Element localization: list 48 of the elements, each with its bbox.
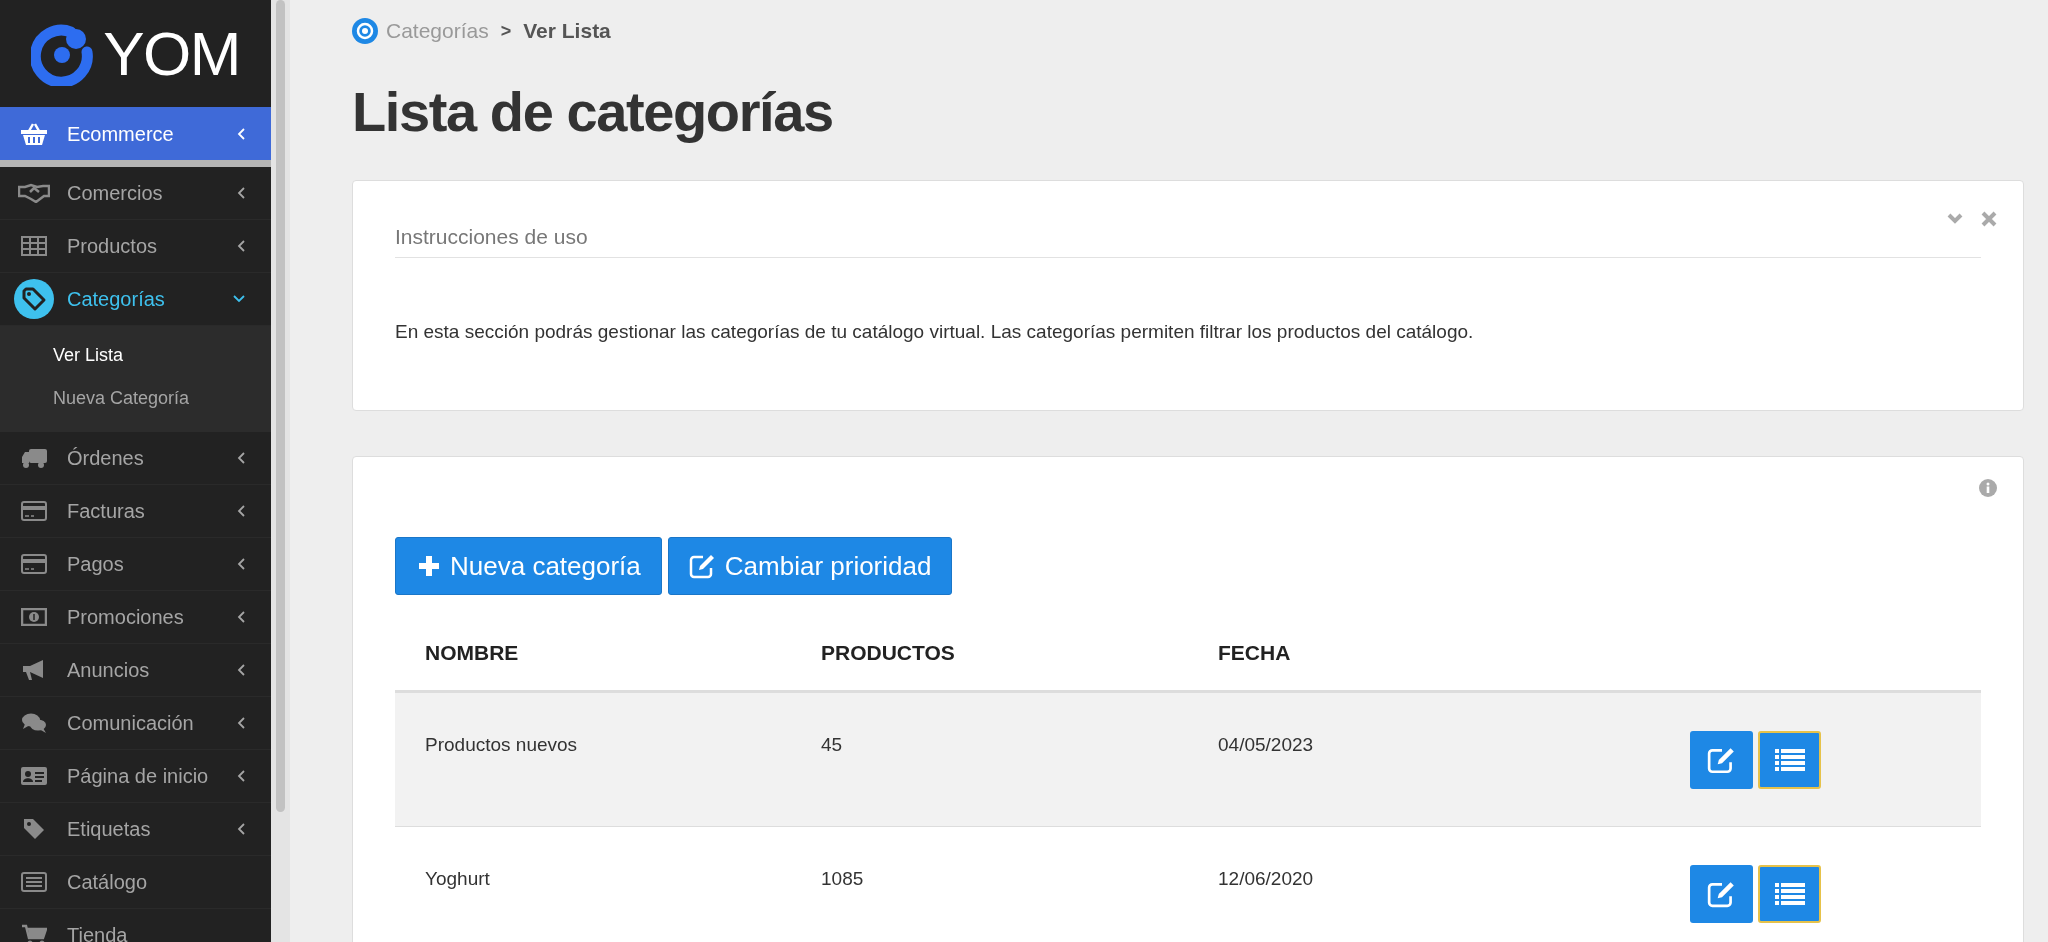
target-icon xyxy=(352,18,378,44)
tag-icon xyxy=(14,279,54,319)
submenu-item[interactable]: Nueva Categoría xyxy=(0,377,271,420)
table-cell: 04/05/2023 xyxy=(1218,734,1314,755)
plus-icon xyxy=(416,553,442,579)
breadcrumb-separator: > xyxy=(500,19,512,43)
submenu-item[interactable]: Ver Lista xyxy=(0,334,271,377)
close-icon[interactable] xyxy=(1981,211,1997,227)
change-priority-button[interactable]: Cambiar prioridad xyxy=(667,537,953,595)
column-header: NOMBRE xyxy=(425,640,519,664)
list-card-icon xyxy=(21,872,47,892)
table-cell: Productos nuevos xyxy=(425,734,578,755)
instructions-text: En esta sección podrás gestionar las categorías de tu catálogo virtual. Las categorías permiten filtrar los productos del catálogo. xyxy=(395,319,1475,344)
truck-icon xyxy=(20,447,48,469)
list-button[interactable] xyxy=(1758,865,1821,923)
table-cell: Yoghurt xyxy=(425,868,490,889)
id-card-icon xyxy=(20,766,48,786)
card-title: Instrucciones de uso xyxy=(395,221,1981,258)
cart-icon xyxy=(21,924,47,942)
table-cell: 1085 xyxy=(821,868,864,889)
edit-icon xyxy=(1706,880,1737,908)
grid-icon xyxy=(21,236,47,256)
sidebar-item[interactable]: Ecommerce xyxy=(0,107,271,167)
breadcrumb-link[interactable]: Ver Lista xyxy=(523,15,611,47)
table-row[interactable]: Productos nuevos 45 04/05/2023 xyxy=(395,693,1981,827)
new-category-button[interactable]: Nueva categoría xyxy=(395,537,662,595)
table-cell: 45 xyxy=(821,734,843,755)
basket-icon xyxy=(20,121,48,146)
scrollbar-thumb[interactable] xyxy=(276,0,285,812)
list-icon xyxy=(1774,882,1805,906)
edit-icon xyxy=(1706,746,1737,774)
collapse-icon[interactable] xyxy=(1947,213,1963,225)
logo-text: YOM xyxy=(103,22,240,85)
list-button[interactable] xyxy=(1758,731,1821,789)
table-cell: 12/06/2020 xyxy=(1218,868,1314,889)
list-icon xyxy=(1774,748,1805,772)
info-icon[interactable] xyxy=(1979,479,1997,497)
chat-bubbles-icon xyxy=(21,712,47,734)
edit-icon xyxy=(688,553,717,579)
edit-button[interactable] xyxy=(1690,865,1753,923)
handshake-icon xyxy=(18,183,50,203)
column-header: PRODUCTOS xyxy=(821,640,955,664)
column-header: FECHA xyxy=(1218,640,1291,664)
credit-card-icon xyxy=(21,554,47,574)
banknote-icon xyxy=(21,608,47,626)
tag-icon xyxy=(22,817,46,841)
credit-card-icon xyxy=(21,501,47,521)
edit-button[interactable] xyxy=(1690,731,1753,789)
